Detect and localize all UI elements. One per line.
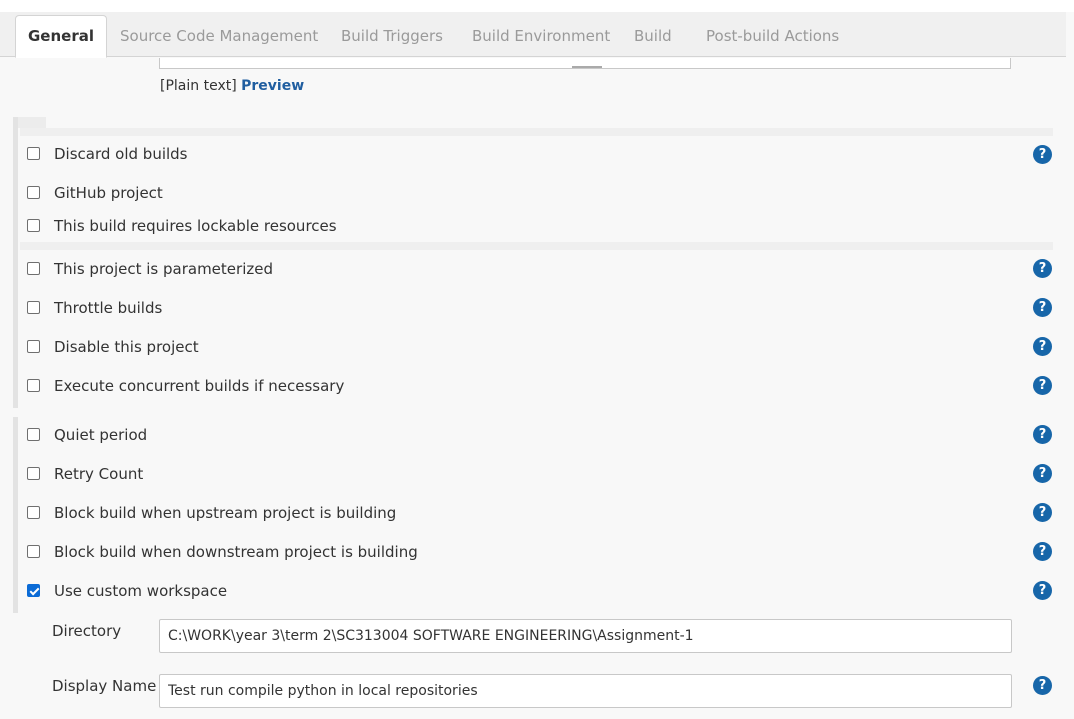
option-label: Use custom workspace [54,582,228,600]
tab-build-environment[interactable]: Build Environment [472,16,610,56]
tab-build-triggers[interactable]: Build Triggers [341,16,443,56]
option-label: Disable this project [54,338,199,356]
config-tab-bar: General Source Code Management Build Tri… [0,12,1066,58]
help-icon[interactable]: ? [1033,376,1052,395]
help-icon[interactable]: ? [1033,298,1052,317]
help-icon[interactable]: ? [1033,464,1052,483]
checkbox[interactable] [27,506,40,519]
checkbox[interactable] [27,301,40,314]
tab-source-code-management[interactable]: Source Code Management [120,16,318,56]
tab-post-build-actions[interactable]: Post-build Actions [706,16,839,56]
tab-general[interactable]: General [15,15,107,58]
option-label: Block build when upstream project is bui… [54,504,397,522]
checkbox[interactable] [27,147,40,160]
directory-label: Directory [52,622,122,640]
checkbox[interactable] [27,545,40,558]
option-label: Execute concurrent builds if necessary [54,377,345,395]
option-label: This project is parameterized [54,260,273,278]
display-name-label: Display Name [52,677,157,695]
help-icon[interactable]: ? [1033,145,1052,164]
help-icon[interactable]: ? [1033,425,1052,444]
help-icon[interactable]: ? [1033,337,1052,356]
checkbox[interactable] [27,219,40,232]
description-textarea[interactable] [159,58,1011,69]
checkbox[interactable] [27,467,40,480]
option-label: Quiet period [54,426,148,444]
section-indicator-bar [13,417,18,613]
help-icon[interactable]: ? [1033,676,1052,695]
section-separator [20,128,1053,136]
help-icon[interactable]: ? [1033,581,1052,600]
option-label: Throttle builds [54,299,163,317]
plain-text-label: [Plain text] [160,78,237,94]
preview-link[interactable]: Preview [241,78,304,94]
checkbox[interactable] [27,428,40,441]
option-label: Discard old builds [54,145,188,163]
help-icon[interactable]: ? [1033,259,1052,278]
section-separator [20,242,1053,250]
checkbox-checked[interactable] [27,584,40,597]
description-format-line: [Plain text] Preview [160,78,304,94]
checkbox[interactable] [27,379,40,392]
checkbox[interactable] [27,186,40,199]
option-label: This build requires lockable resources [54,217,337,235]
tab-build[interactable]: Build [634,16,672,56]
option-label: GitHub project [54,184,163,202]
checkbox[interactable] [27,340,40,353]
option-label: Block build when downstream project is b… [54,543,418,561]
directory-input[interactable] [159,619,1012,653]
display-name-input[interactable] [159,674,1012,708]
section-header-box [18,117,46,128]
top-strip [0,0,1074,12]
section-indicator-bar [13,117,18,408]
textarea-resize-grip[interactable] [572,66,602,68]
help-icon[interactable]: ? [1033,542,1052,561]
help-icon[interactable]: ? [1033,503,1052,522]
checkbox[interactable] [27,262,40,275]
option-label: Retry Count [54,465,144,483]
